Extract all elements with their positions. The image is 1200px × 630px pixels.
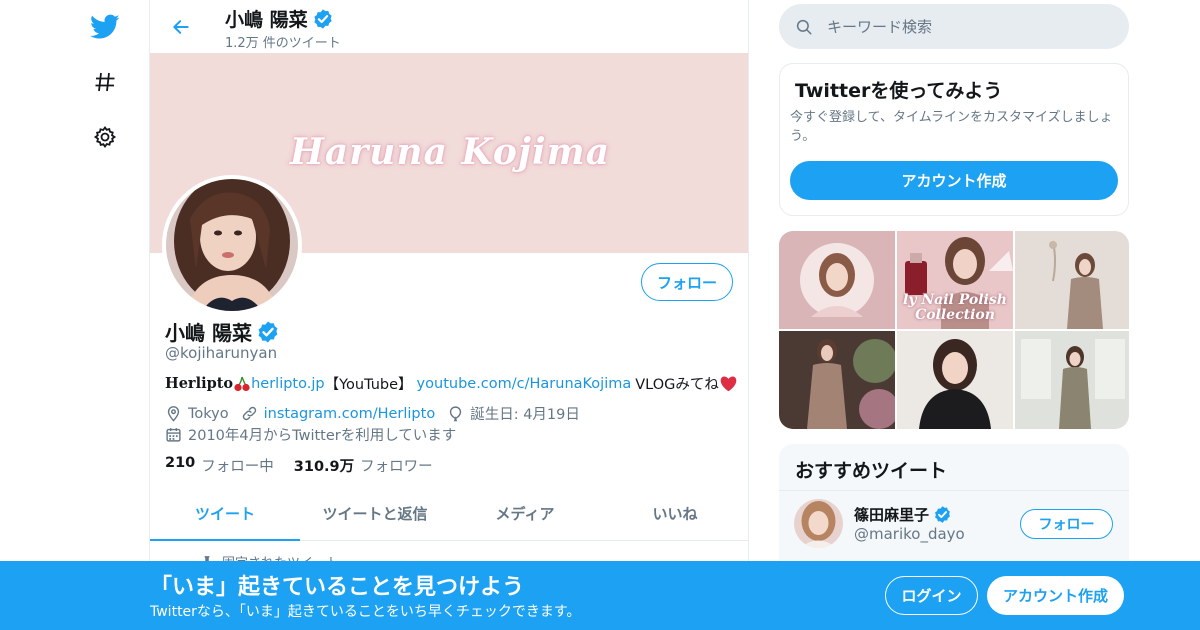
settings-gear-icon[interactable] xyxy=(90,122,120,152)
header-profile-name: 小嶋 陽菜 xyxy=(225,5,334,32)
profile-name: 小嶋 陽菜 xyxy=(165,317,280,346)
banner-text: Haruna Kojima xyxy=(289,131,611,173)
location-pin-icon xyxy=(167,406,180,422)
signup-prompt-banner: 「いま」起きていることを見つけよう Twitterなら、「いま」起きていることを… xyxy=(0,561,1200,630)
calendar-icon xyxy=(166,428,181,442)
banner-title: 「いま」起きていることを見つけよう xyxy=(150,575,525,600)
join-date-text: 2010年4月からTwitterを利用しています xyxy=(188,428,457,444)
verified-badge-icon xyxy=(258,321,278,342)
recommended-user-name-text: 篠田麻里子 xyxy=(854,506,930,524)
media-thumbnail[interactable] xyxy=(779,231,895,329)
follow-button[interactable]: フォロー xyxy=(641,263,733,301)
tab-likes[interactable]: いいね xyxy=(600,487,748,540)
bio-youtube-label: 【YouTube】 xyxy=(324,377,413,393)
try-twitter-title: Twitterを使ってみよう xyxy=(795,80,1003,102)
media-thumbnail[interactable] xyxy=(1015,331,1129,429)
media-overlay-line-1: ly Nail Polish xyxy=(903,292,1007,308)
explore-hashtag-icon[interactable] xyxy=(90,67,120,97)
profile-avatar[interactable] xyxy=(162,175,302,315)
website-link[interactable]: instagram.com/Herlipto xyxy=(264,406,436,422)
profile-meta-row-2: 2010年4月からTwitterを利用しています xyxy=(165,424,468,445)
search-bar xyxy=(779,4,1129,49)
tab-media[interactable]: メディア xyxy=(450,487,600,540)
website: instagram.com/Herlipto xyxy=(241,405,436,422)
profile-column: 小嶋 陽菜 1.2万 件のツイート Haruna Kojima フォロー 小嶋 … xyxy=(149,0,749,630)
bio-link-herlipto[interactable]: herlipto.jp xyxy=(251,376,324,392)
followers-label[interactable]: フォロワー xyxy=(360,455,433,476)
link-icon xyxy=(242,406,256,421)
media-overlay-text: ly Nail Polish Collection xyxy=(897,293,1013,323)
bio-link-youtube[interactable]: youtube.com/c/HarunaKojima xyxy=(417,376,632,392)
follow-stats: 210 フォロー中 310.9万 フォロワー xyxy=(165,455,453,476)
twitter-logo-icon[interactable] xyxy=(90,12,120,42)
recommended-follow-button[interactable]: フォロー xyxy=(1020,509,1113,539)
recommended-user-handle: @mariko_dayo xyxy=(854,525,965,543)
divider xyxy=(779,490,1129,491)
verified-badge-icon xyxy=(935,506,950,523)
birthday-text: 誕生日: 4月19日 xyxy=(470,407,580,423)
left-nav xyxy=(80,0,130,630)
recommended-user-avatar[interactable] xyxy=(794,499,843,548)
recommended-user-name[interactable]: 篠田麻里子 xyxy=(854,504,952,525)
red-heart-emoji-icon xyxy=(720,376,737,392)
join-date: 2010年4月からTwitterを利用しています xyxy=(165,424,456,445)
tab-tweets[interactable]: ツイート xyxy=(150,487,300,541)
create-account-button[interactable]: アカウント作成 xyxy=(790,161,1118,200)
media-thumbnail[interactable]: ly Nail Polish Collection xyxy=(897,231,1013,329)
tweet-count: 1.2万 件のツイート xyxy=(225,36,341,51)
cherry-emoji-icon xyxy=(234,376,250,391)
media-thumbnail[interactable] xyxy=(897,331,1013,429)
followers-count[interactable]: 310.9万 xyxy=(294,455,354,476)
media-thumbnail[interactable] xyxy=(779,331,895,429)
verified-badge-icon xyxy=(314,8,332,29)
back-arrow-icon[interactable] xyxy=(166,12,196,42)
following-count[interactable]: 210 xyxy=(165,455,195,476)
following-label[interactable]: フォロー中 xyxy=(201,455,274,476)
banner-subtitle: Twitterなら、「いま」起きていることをいち早くチェックできます。 xyxy=(150,604,581,620)
try-twitter-description: 今すぐ登録して、タイムラインをカスタマイズしましょう。 xyxy=(790,110,1113,144)
balloon-icon xyxy=(450,406,462,422)
media-overlay-line-2: Collection xyxy=(915,307,995,323)
bio-tail-text: VLOGみてね xyxy=(635,377,719,393)
search-input[interactable] xyxy=(827,17,1097,36)
bio-brand: Herlipto xyxy=(165,375,234,392)
profile-bio: Herlipto herlipto.jp 【YouTube】 youtube.c… xyxy=(165,373,738,394)
birthday: 誕生日: 4月19日 xyxy=(447,403,580,424)
tab-tweets-and-replies[interactable]: ツイートと返信 xyxy=(300,487,450,540)
profile-handle: @kojiharunyan xyxy=(165,344,278,362)
header-name-text: 小嶋 陽菜 xyxy=(225,9,308,31)
search-icon xyxy=(796,19,812,34)
profile-name-text: 小嶋 陽菜 xyxy=(165,321,252,345)
login-button[interactable]: ログイン xyxy=(885,576,978,615)
profile-header-bar: 小嶋 陽菜 1.2万 件のツイート xyxy=(150,0,748,53)
recommended-title: おすすめツイート xyxy=(795,460,948,482)
profile-tabs: ツイート ツイートと返信 メディア いいね xyxy=(150,487,748,541)
signup-button[interactable]: アカウント作成 xyxy=(987,576,1124,615)
profile-meta-row-1: Tokyo instagram.com/Herlipto 誕生日: 4月19日 xyxy=(165,403,592,424)
media-thumbnail[interactable] xyxy=(1015,231,1129,329)
location-text: Tokyo xyxy=(188,405,229,422)
try-twitter-card: Twitterを使ってみよう 今すぐ登録して、タイムラインをカスタマイズしましょ… xyxy=(779,63,1129,216)
location: Tokyo xyxy=(165,405,229,422)
media-gallery: ly Nail Polish Collection xyxy=(779,231,1129,429)
